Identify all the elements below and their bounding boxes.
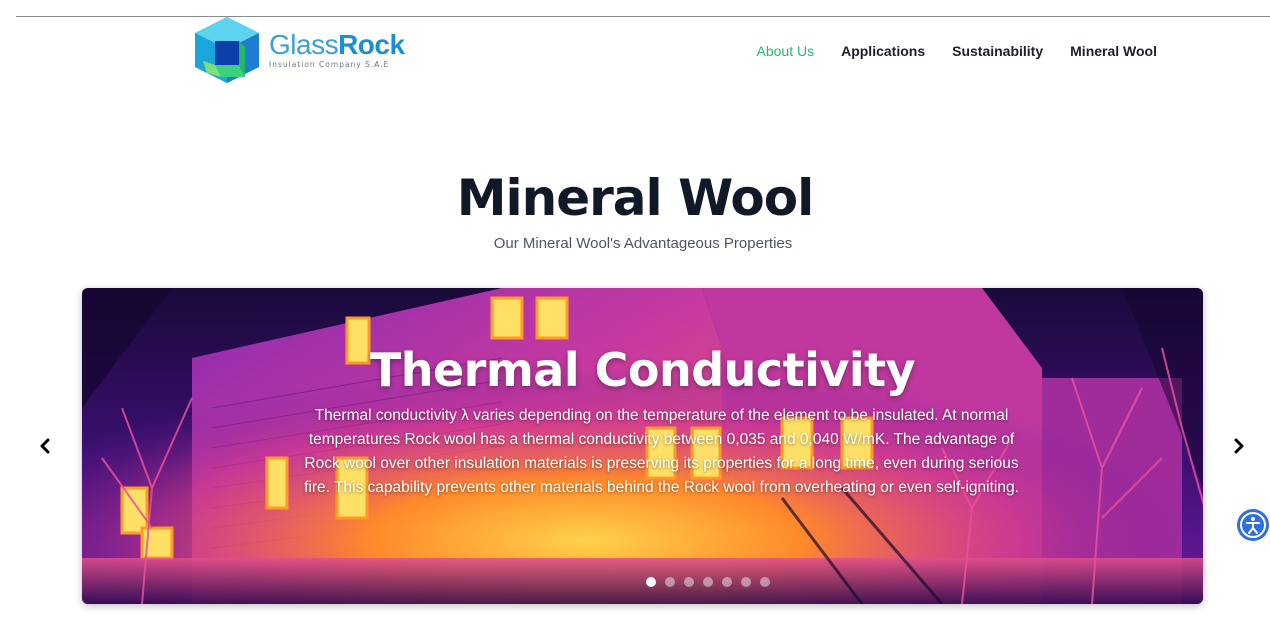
brand-name: GlassRock — [269, 28, 405, 60]
image-carousel: Thermal Conductivity Thermal conductivit… — [82, 288, 1203, 604]
accessibility-icon — [1237, 509, 1269, 541]
carousel-prev-button[interactable] — [35, 436, 55, 456]
carousel-dot[interactable] — [703, 577, 713, 587]
carousel-dot[interactable] — [722, 577, 732, 587]
brand-name-glass: Glass — [269, 28, 339, 60]
carousel-next-button[interactable] — [1229, 436, 1249, 456]
slide-title: Thermal Conductivity — [369, 343, 916, 397]
carousel-dot[interactable] — [684, 577, 694, 587]
page-subtitle: Our Mineral Wool's Advantageous Properti… — [493, 235, 793, 252]
logo-cube-icon — [195, 17, 259, 83]
main-nav: About Us Applications Sustainability Min… — [730, 41, 1158, 61]
carousel-dot[interactable] — [646, 577, 656, 587]
carousel-dot[interactable] — [760, 577, 770, 587]
chevron-right-icon — [1234, 438, 1244, 454]
brand-logo[interactable]: GlassRock Insulation Company S.A.E — [193, 17, 405, 85]
carousel-indicators — [82, 577, 1203, 587]
nav-item-mineral-wool[interactable]: Mineral Wool — [1070, 41, 1157, 61]
brand-name-rock: Rock — [338, 28, 405, 60]
page-title: Mineral Wool — [456, 169, 815, 227]
nav-item-applications[interactable]: Applications — [841, 41, 925, 61]
nav-item-sustainability[interactable]: Sustainability — [952, 41, 1043, 61]
brand-tagline: Insulation Company S.A.E — [269, 59, 390, 69]
carousel-dot[interactable] — [665, 577, 675, 587]
chevron-left-icon — [40, 438, 50, 454]
page: GlassRock Insulation Company S.A.E About… — [0, 0, 1270, 629]
carousel-dot[interactable] — [741, 577, 751, 587]
carousel-slide: Thermal Conductivity Thermal conductivit… — [82, 288, 1203, 604]
nav-item-about-us[interactable]: About Us — [757, 41, 815, 61]
accessibility-button[interactable] — [1236, 508, 1270, 542]
slide-text: Thermal conductivity λ varies depending … — [304, 407, 1019, 496]
